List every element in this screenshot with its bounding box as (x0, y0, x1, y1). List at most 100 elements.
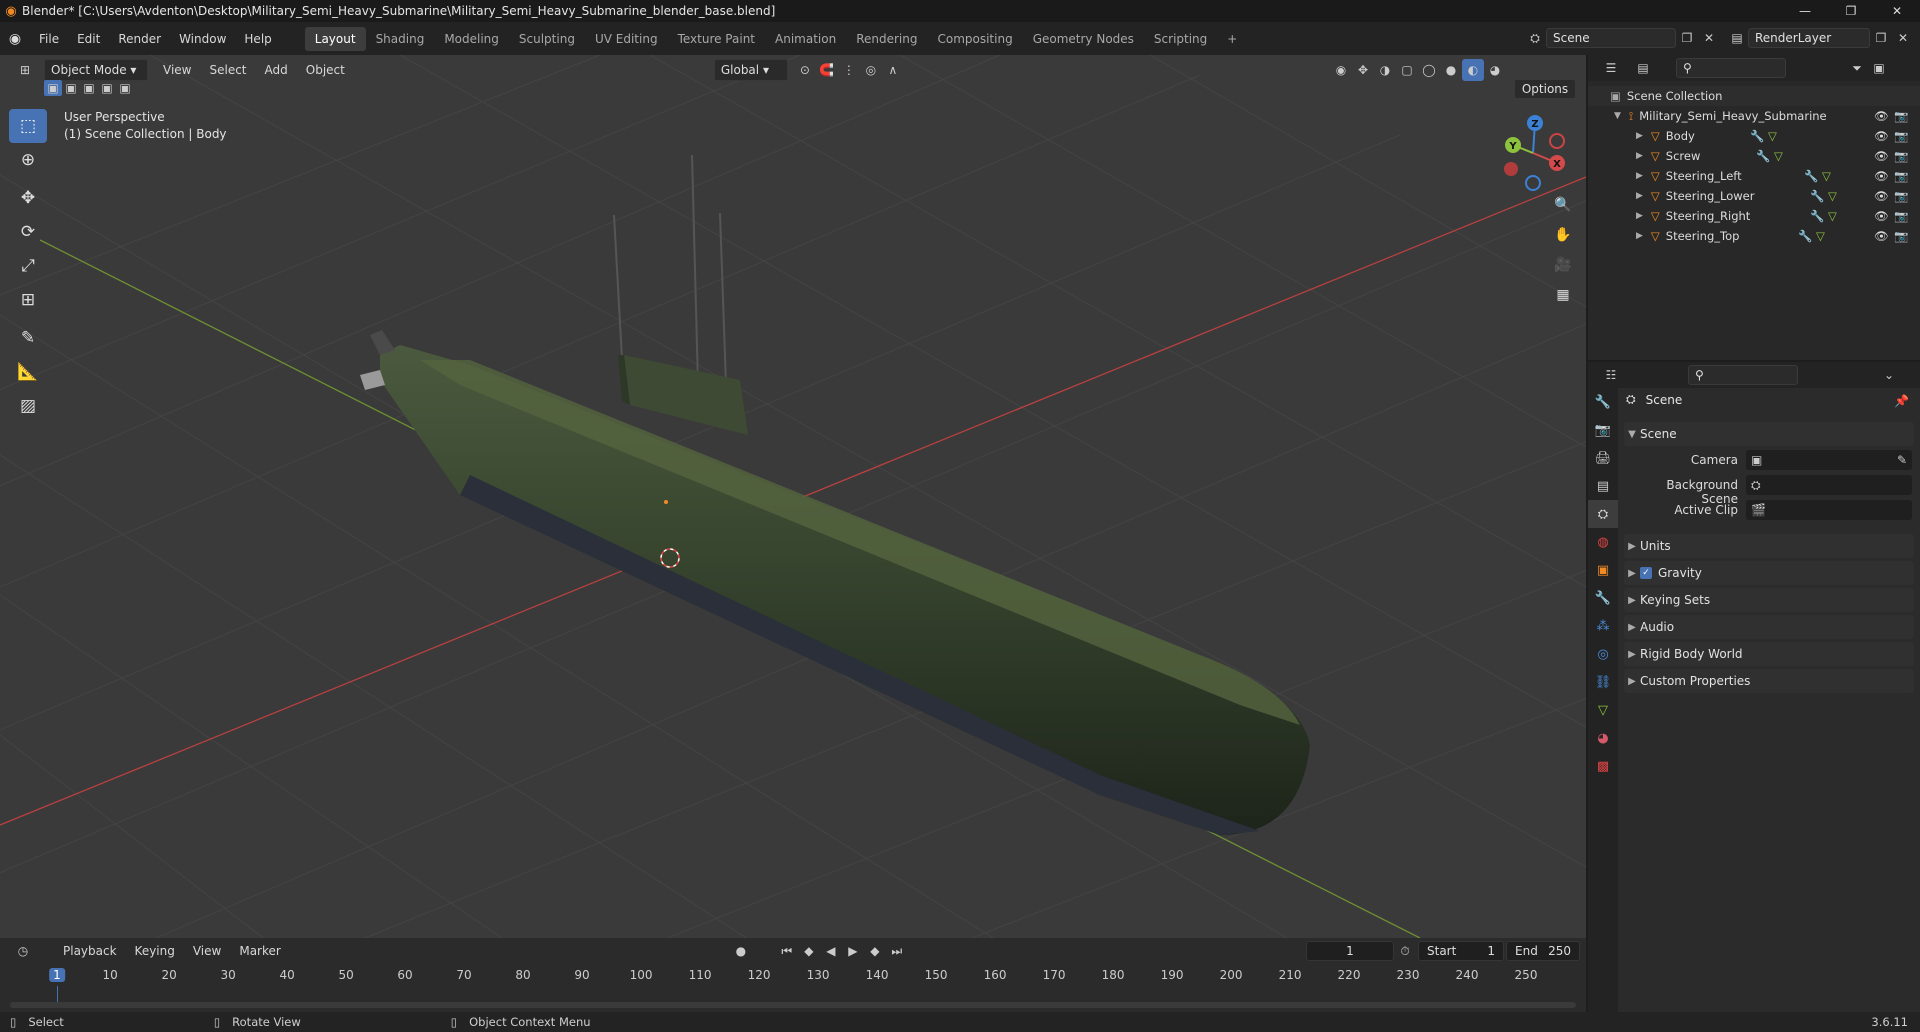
pin-icon[interactable]: 📌 (1894, 394, 1909, 408)
tab-geometry-nodes[interactable]: Geometry Nodes (1023, 27, 1144, 51)
proportional-edit-icon[interactable]: ◎ (860, 59, 882, 81)
outliner-object-row[interactable]: ▶ ▽ Steering_Lower 🔧 ▽ 👁 📷 (1588, 186, 1920, 206)
copy-scene-icon[interactable]: ❐ (1676, 27, 1698, 49)
filter-icon[interactable]: ⏷ (1846, 57, 1868, 79)
menu-render[interactable]: Render (109, 28, 170, 50)
rendered-shading-icon[interactable]: ◕ (1484, 59, 1506, 81)
menu-help[interactable]: Help (235, 28, 280, 50)
section-rigid-body-world[interactable]: ▶ Rigid Body World (1624, 642, 1914, 666)
visibility-eye-icon[interactable]: 👁 (1874, 109, 1889, 123)
timeline-editor-icon[interactable]: ◷ (12, 940, 34, 962)
render-camera-icon[interactable]: 📷 (1894, 169, 1908, 183)
ortho-grid-icon[interactable]: ▦ (1549, 281, 1577, 309)
tab-compositing[interactable]: Compositing (927, 27, 1022, 51)
properties-search[interactable]: ⚲ (1688, 365, 1798, 385)
outliner-object-row[interactable]: ▶ ▽ Screw 🔧 ▽ 👁 📷 (1588, 146, 1920, 166)
particles-tab-icon[interactable]: ⁂ (1588, 612, 1618, 640)
modifier-wrench-icon[interactable]: 🔧 (1810, 209, 1824, 223)
view-layer-tab-icon[interactable]: ▤ (1588, 472, 1618, 500)
mode-selector[interactable]: Object Mode ▾ (44, 59, 148, 81)
tab-uv-editing[interactable]: UV Editing (585, 27, 668, 51)
snap-icon[interactable]: 🧲 (816, 59, 838, 81)
options-button[interactable]: Options (1514, 79, 1576, 99)
section-gravity[interactable]: ▶ ✓ Gravity (1624, 561, 1914, 585)
tab-shading[interactable]: Shading (366, 27, 435, 51)
viewport-menu-add[interactable]: Add (256, 59, 297, 81)
menu-edit[interactable]: Edit (68, 28, 109, 50)
modifier-wrench-icon[interactable]: 🔧 (1798, 229, 1812, 243)
maximize-icon[interactable]: ❐ (1828, 0, 1874, 22)
view-layer-icon[interactable]: ▤ (1726, 27, 1748, 49)
timeline-menu-view[interactable]: View (184, 940, 230, 962)
scene-tab-icon[interactable]: ⛭ (1588, 500, 1618, 528)
expand-arrow-icon[interactable]: ▼ (1614, 111, 1621, 121)
prev-keyframe-icon[interactable]: ◆ (798, 940, 820, 962)
camera-view-icon[interactable]: 🎥 (1549, 251, 1577, 279)
material-shading-icon[interactable]: ◐ (1462, 59, 1484, 81)
visibility-eye-icon[interactable]: 👁 (1874, 209, 1889, 223)
menu-file[interactable]: File (30, 28, 68, 50)
blender-menu-icon[interactable]: ◉ (0, 31, 30, 47)
physics-tab-icon[interactable]: ◎ (1588, 640, 1618, 668)
render-camera-icon[interactable]: 📷 (1894, 209, 1908, 223)
modifier-tab-icon[interactable]: 🔧 (1588, 584, 1618, 612)
modifier-wrench-icon[interactable]: 🔧 (1810, 189, 1824, 203)
scale-tool-icon[interactable]: ⤢ (9, 249, 47, 283)
mesh-data-icon[interactable]: ▽ (1828, 189, 1837, 203)
orientation-selector[interactable]: Global ▾ (713, 59, 788, 81)
section-audio[interactable]: ▶ Audio (1624, 615, 1914, 639)
move-tool-icon[interactable]: ✥ (9, 181, 47, 215)
render-camera-icon[interactable]: 📷 (1894, 229, 1908, 243)
select-extend-icon[interactable]: ▣ (62, 80, 80, 96)
start-frame-field[interactable]: Start 1 (1418, 941, 1504, 961)
mesh-data-icon[interactable]: ▽ (1828, 209, 1837, 223)
section-scene[interactable]: ▼ Scene (1624, 422, 1914, 446)
expand-arrow-icon[interactable]: ▶ (1636, 191, 1643, 201)
overlay-icon[interactable]: ◑ (1374, 59, 1396, 81)
output-tab-icon[interactable]: 🖨 (1588, 444, 1618, 472)
section-keying-sets[interactable]: ▶ Keying Sets (1624, 588, 1914, 612)
menu-keying[interactable]: Keying (126, 940, 184, 962)
scene-icon[interactable]: ⛭ (1524, 27, 1546, 49)
submarine-model[interactable] (360, 154, 1310, 835)
select-box-icon[interactable]: ⬚ (9, 109, 47, 143)
timeline-scrollbar[interactable] (10, 1002, 1576, 1008)
outliner-search[interactable]: ⚲ (1676, 58, 1786, 78)
modifier-wrench-icon[interactable]: 🔧 (1756, 149, 1770, 163)
add-workspace-icon[interactable]: + (1217, 27, 1247, 51)
zoom-icon[interactable]: 🔍 (1549, 191, 1577, 219)
scene-selector[interactable]: Scene (1546, 28, 1676, 48)
expand-arrow-icon[interactable]: ▶ (1636, 131, 1643, 141)
active-clip-field[interactable]: 🎬 (1746, 500, 1912, 520)
expand-arrow-icon[interactable]: ▶ (1636, 151, 1643, 161)
record-icon[interactable]: ● (730, 940, 752, 962)
minimize-icon[interactable]: — (1782, 0, 1828, 22)
mesh-data-icon[interactable]: ▽ (1774, 149, 1783, 163)
mesh-data-icon[interactable]: ▽ (1822, 169, 1831, 183)
section-units[interactable]: ▶ Units (1624, 534, 1914, 558)
object-tab-icon[interactable]: ▣ (1588, 556, 1618, 584)
annotate-tool-icon[interactable]: ✎ (9, 321, 47, 355)
3d-viewport[interactable]: ⊞ Object Mode ▾ View Select Add Object G… (0, 55, 1586, 938)
next-keyframe-icon[interactable]: ◆ (864, 940, 886, 962)
play-icon[interactable]: ▶ (842, 940, 864, 962)
pan-hand-icon[interactable]: ✋ (1549, 221, 1577, 249)
wireframe-shading-icon[interactable]: ◯ (1418, 59, 1440, 81)
visibility-icon[interactable]: ◉ (1330, 59, 1352, 81)
copy-layer-icon[interactable]: ❐ (1870, 27, 1892, 49)
data-tab-icon[interactable]: ▽ (1588, 696, 1618, 724)
stopwatch-icon[interactable]: ⏱ (1394, 940, 1416, 962)
render-camera-icon[interactable]: 📷 (1894, 189, 1908, 203)
modifier-wrench-icon[interactable]: 🔧 (1804, 169, 1818, 183)
jump-end-icon[interactable]: ⏭ (886, 940, 908, 962)
expand-arrow-icon[interactable]: ▶ (1636, 171, 1643, 181)
remove-scene-icon[interactable]: ✕ (1698, 27, 1720, 49)
play-reverse-icon[interactable]: ◀ (820, 940, 842, 962)
visibility-eye-icon[interactable]: 👁 (1874, 189, 1889, 203)
editor-type-icon[interactable]: ⊞ (14, 59, 36, 81)
outliner-object-row[interactable]: ▶ ▽ Steering_Top 🔧 ▽ 👁 📷 (1588, 226, 1920, 246)
material-tab-icon[interactable]: ◕ (1588, 724, 1618, 752)
panel-options-icon[interactable]: ⌄ (1878, 364, 1900, 386)
expand-arrow-icon[interactable]: ▶ (1636, 211, 1643, 221)
navigation-gizmo[interactable]: Z X Y (1495, 113, 1575, 193)
